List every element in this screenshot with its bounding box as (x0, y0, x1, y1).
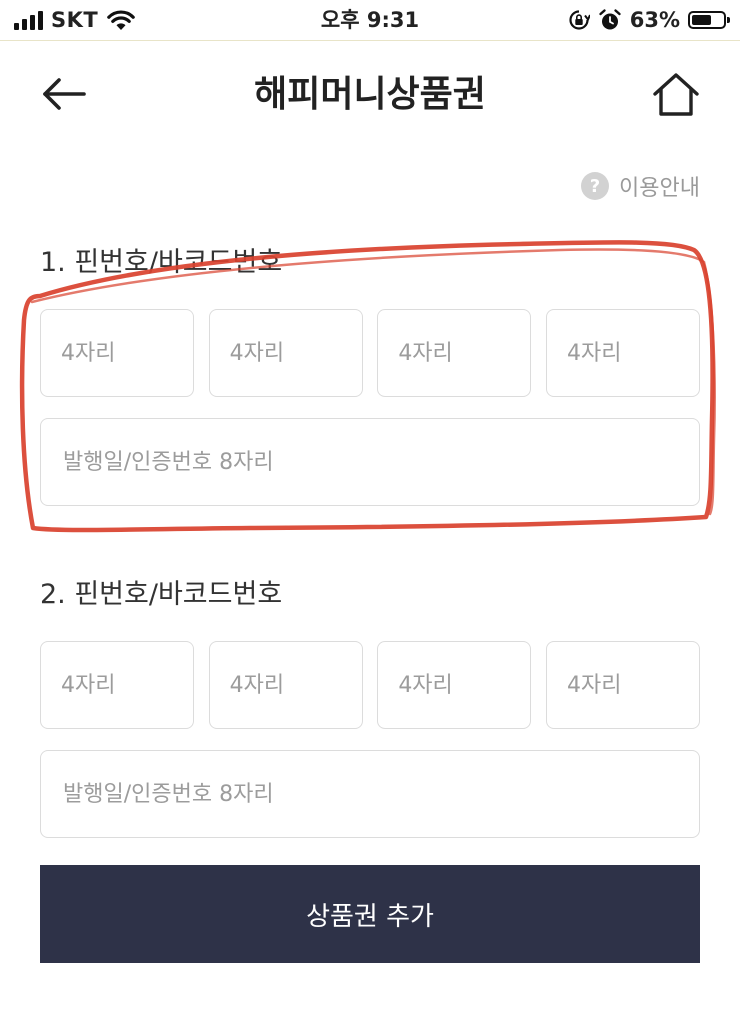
voucher-2-pin-4-input[interactable] (545, 641, 700, 729)
page-title: 해피머니상품권 (254, 74, 486, 115)
question-circle-icon: ? (581, 172, 610, 200)
voucher-1-auth-input[interactable] (40, 418, 700, 506)
orientation-lock-icon (569, 10, 590, 30)
voucher-1-pin-2-input[interactable] (208, 309, 363, 397)
voucher-2-auth-input[interactable] (40, 750, 700, 838)
battery-fill (692, 15, 711, 25)
status-right: 63% (568, 6, 730, 34)
voucher-2-pin-3-input[interactable] (377, 641, 532, 729)
voucher-2-pin-row (40, 641, 700, 729)
voucher-1-pin-row (40, 309, 700, 397)
usage-guide-label: 이용안내 (619, 176, 700, 201)
voucher-1-pin-1-input[interactable] (40, 309, 194, 397)
voucher-1-pin-4-input[interactable] (545, 309, 700, 397)
voucher-1-label: 1. 핀번호/바코드번호 (40, 247, 283, 278)
battery-icon (688, 11, 730, 29)
voucher-2-pin-1-input[interactable] (40, 641, 194, 729)
add-voucher-button[interactable]: 상품권 추가 (40, 865, 700, 963)
status-bar: SKT 오후 9:31 63% (0, 0, 740, 41)
voucher-1-pin-3-input[interactable] (377, 309, 532, 397)
voucher-2-pin-2-input[interactable] (208, 641, 363, 729)
alarm-icon (599, 9, 621, 30)
home-icon (653, 73, 699, 116)
usage-guide-link[interactable]: ? 이용안내 (581, 170, 700, 202)
battery-percent: 63% (629, 8, 680, 32)
voucher-2-label: 2. 핀번호/바코드번호 (40, 579, 283, 610)
battery-cap (727, 17, 730, 23)
home-button[interactable] (650, 71, 702, 119)
header: 해피머니상품권 (0, 41, 740, 151)
